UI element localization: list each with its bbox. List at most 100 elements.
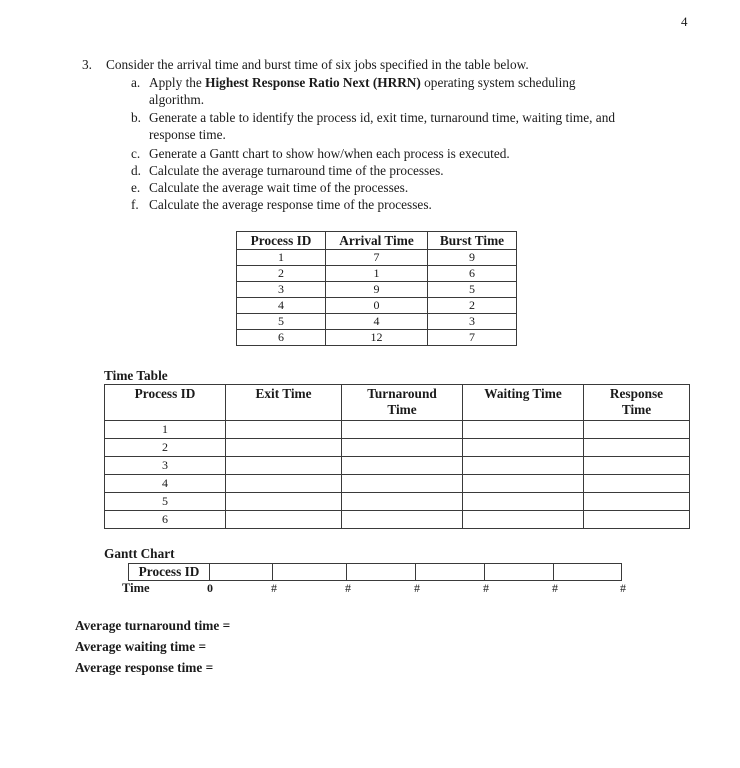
- subpart-text: response time.: [149, 127, 226, 142]
- header-response-time: Response Time: [583, 384, 690, 421]
- average-waiting-time: Average waiting time =: [75, 639, 207, 654]
- jobs-table-row: 216: [236, 265, 517, 282]
- subpart-label: d.: [131, 163, 141, 178]
- cell-exit-time[interactable]: [225, 510, 342, 529]
- cell-waiting-time[interactable]: [462, 420, 584, 439]
- average-response-time: Average response time =: [75, 660, 214, 675]
- cell-arrival-time: 7: [325, 249, 428, 266]
- time-table-header: Process ID Exit Time Turnaround Time Wait…: [104, 384, 690, 421]
- cell-arrival-time: 0: [325, 297, 428, 314]
- gantt-tick-label: #: [483, 581, 489, 595]
- cell-waiting-time[interactable]: [462, 492, 584, 511]
- gantt-tick-label: #: [271, 581, 277, 595]
- subpart-text: Calculate the average turnaround time of…: [149, 163, 444, 178]
- cell-exit-time[interactable]: [225, 474, 342, 493]
- time-table-row: 2: [104, 438, 690, 457]
- header-arrival-time: Arrival Time: [325, 231, 428, 250]
- cell-turnaround-time[interactable]: [341, 456, 463, 475]
- subpart-text: Calculate the average wait time of the p…: [149, 180, 409, 195]
- gantt-row-label: Process ID: [128, 563, 210, 581]
- cell-burst-time: 3: [427, 313, 517, 330]
- jobs-table: Process ID Arrival Time Burst Time 17921…: [236, 231, 517, 346]
- cell-exit-time[interactable]: [225, 438, 342, 457]
- gantt-cell[interactable]: [347, 563, 416, 581]
- cell-response-time[interactable]: [583, 438, 690, 457]
- subpart-emphasis: Highest Response Ratio Next (HRRN): [205, 75, 421, 90]
- cell-response-time[interactable]: [583, 420, 690, 439]
- cell-turnaround-time[interactable]: [341, 492, 463, 511]
- question-text: Consider the arrival time and burst time…: [106, 57, 529, 72]
- subpart-text: Calculate the average response time of t…: [149, 197, 432, 212]
- time-table-row: 1: [104, 420, 690, 439]
- time-table-row: 3: [104, 456, 690, 475]
- average-turnaround-time: Average turnaround time =: [75, 618, 231, 633]
- gantt-chart-title: Gantt Chart: [104, 546, 175, 561]
- header-waiting-time: Waiting Time: [462, 384, 584, 421]
- cell-exit-time[interactable]: [225, 456, 342, 475]
- gantt-tick-label: 0: [207, 581, 213, 595]
- gantt-cell[interactable]: [273, 563, 347, 581]
- cell-burst-time: 2: [427, 297, 517, 314]
- gantt-cell[interactable]: [485, 563, 554, 581]
- cell-arrival-time: 9: [325, 281, 428, 298]
- subpart-text: Generate a table to identify the process…: [149, 110, 615, 125]
- subpart-label: f.: [131, 197, 139, 212]
- cell-process-id: 5: [236, 313, 326, 330]
- cell-waiting-time[interactable]: [462, 438, 584, 457]
- cell-arrival-time: 12: [325, 329, 428, 346]
- time-table: Process ID Exit Time Turnaround Time Wait…: [104, 384, 690, 529]
- cell-waiting-time[interactable]: [462, 510, 584, 529]
- subpart-text: algorithm.: [149, 92, 205, 107]
- cell-process-id: 1: [104, 420, 226, 439]
- cell-process-id: 5: [104, 492, 226, 511]
- cell-burst-time: 5: [427, 281, 517, 298]
- question-number: 3.: [82, 57, 92, 72]
- jobs-table-row: 402: [236, 297, 517, 314]
- jobs-table-row: 6 12 7: [236, 329, 517, 346]
- cell-process-id: 6: [104, 510, 226, 529]
- subpart-text: Generate a Gantt chart to show how/when …: [149, 146, 510, 161]
- cell-turnaround-time[interactable]: [341, 510, 463, 529]
- subpart-label: b.: [131, 110, 141, 125]
- cell-response-time[interactable]: [583, 474, 690, 493]
- jobs-table-row: 179: [236, 249, 517, 266]
- header-process-id: Process ID: [236, 231, 326, 250]
- cell-exit-time[interactable]: [225, 420, 342, 439]
- cell-waiting-time[interactable]: [462, 456, 584, 475]
- gantt-cell[interactable]: [416, 563, 485, 581]
- cell-turnaround-time[interactable]: [341, 420, 463, 439]
- gantt-tick-label: #: [620, 581, 626, 595]
- cell-process-id: 6: [236, 329, 326, 346]
- cell-response-time[interactable]: [583, 456, 690, 475]
- cell-response-time[interactable]: [583, 492, 690, 511]
- cell-process-id: 4: [236, 297, 326, 314]
- cell-response-time[interactable]: [583, 510, 690, 529]
- cell-exit-time[interactable]: [225, 492, 342, 511]
- jobs-table-row: 543: [236, 313, 517, 330]
- gantt-time-label: Time: [122, 581, 150, 595]
- time-table-row: 5: [104, 492, 690, 511]
- gantt-tick-label: #: [552, 581, 558, 595]
- gantt-tick-label: #: [345, 581, 351, 595]
- time-table-row: 6: [104, 510, 690, 529]
- cell-arrival-time: 1: [325, 265, 428, 282]
- cell-waiting-time[interactable]: [462, 474, 584, 493]
- subpart-label: c.: [131, 146, 141, 161]
- time-table-row: 4: [104, 474, 690, 493]
- cell-turnaround-time[interactable]: [341, 474, 463, 493]
- subpart-label: a.: [131, 75, 141, 90]
- cell-process-id: 4: [104, 474, 226, 493]
- jobs-table-row: 395: [236, 281, 517, 298]
- subpart-text: Apply the Highest Response Ratio Next (H…: [149, 75, 576, 90]
- gantt-cell[interactable]: [554, 563, 622, 581]
- cell-process-id: 3: [104, 456, 226, 475]
- cell-burst-time: 9: [427, 249, 517, 266]
- cell-burst-time: 6: [427, 265, 517, 282]
- jobs-table-header: Process ID Arrival Time Burst Time: [236, 231, 517, 250]
- subpart-label: e.: [131, 180, 141, 195]
- cell-process-id: 3: [236, 281, 326, 298]
- header-turnaround-time: Turnaround Time: [341, 384, 463, 421]
- cell-turnaround-time[interactable]: [341, 438, 463, 457]
- gantt-cell[interactable]: [209, 563, 273, 581]
- cell-process-id: 2: [104, 438, 226, 457]
